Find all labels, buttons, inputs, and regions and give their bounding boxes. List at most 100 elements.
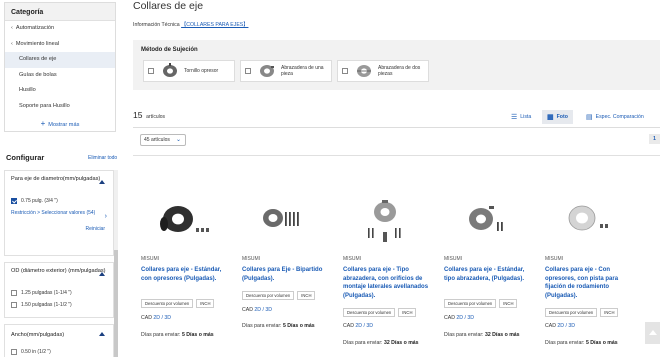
filter-header[interactable]: Para eje de diametro(mm/pulgadas) — [5, 171, 113, 195]
cad-label: CAD — [343, 323, 354, 329]
product-cad: CAD 2D / 3D — [545, 323, 575, 329]
show-more-link[interactable]: + Mostrar más — [5, 114, 115, 128]
select-values-link[interactable]: Restricción > Seleccionar valores (54) › — [5, 207, 113, 220]
product-card[interactable]: MISUMI Collares para eje - Tipo abrazade… — [335, 156, 435, 357]
ship-value: 5 Días o más — [585, 340, 618, 346]
mounting-option-one-piece-clamp[interactable]: Abrazadera de una pieza — [240, 60, 332, 82]
technical-info-link[interactable]: 【COLLARES PARA EJES】 — [181, 22, 248, 28]
collapse-icon[interactable] — [99, 180, 105, 184]
inch-badge: INCH — [196, 299, 215, 308]
checkbox[interactable] — [11, 349, 17, 355]
product-name[interactable]: Collares para eje - Tipo abrazadera, con… — [343, 266, 435, 300]
product-name[interactable]: Collares para eje - Estándar, tipo abraz… — [444, 266, 536, 283]
sidebar-scroll-thumb[interactable] — [114, 250, 118, 357]
filter-option[interactable]: 1.50 pulgadas (1-1/2 ") — [5, 299, 113, 311]
category-item-ball-guides[interactable]: Guías de bolas — [5, 68, 115, 84]
product-name[interactable]: Collares para eje - Con opresores, con p… — [545, 266, 637, 300]
cad-link[interactable]: 2D / 3D — [557, 323, 575, 329]
filter-option[interactable]: 0.75 pulg. (3/4 ") — [5, 195, 113, 207]
product-image[interactable] — [441, 184, 531, 250]
plus-icon: + — [40, 119, 46, 128]
category-title: Categoría — [5, 3, 115, 21]
clear-all-link[interactable]: Eliminar todo — [88, 155, 117, 161]
product-shipping: Días para enviar: 32 Días o más — [444, 332, 520, 338]
filter-header[interactable]: Ancho(mm/pulgadas) — [5, 325, 113, 343]
category-item-shaft-collars[interactable]: Collares de eje — [5, 52, 115, 68]
view-photo-label: Foto — [556, 114, 568, 120]
volume-discount-badge: Descuento por volumen — [444, 299, 497, 308]
product-cad: CAD 2D / 3D — [444, 315, 474, 321]
product-badges: Descuento por volumen INCH — [343, 308, 417, 317]
checkbox[interactable] — [148, 68, 154, 74]
cad-link[interactable]: 2D / 3D — [355, 323, 373, 329]
product-card[interactable]: MISUMI Collares para eje - Con opresores… — [537, 156, 637, 357]
cad-label: CAD — [545, 323, 556, 329]
mounting-option-label: Tornillo opresor — [184, 67, 219, 74]
product-image[interactable] — [138, 184, 228, 250]
ship-value: 5 Días o más — [282, 323, 315, 329]
checkbox[interactable] — [342, 68, 348, 74]
main-content: Collares de eje Información Técnica 【COL… — [133, 0, 660, 357]
one-piece-clamp-thumbnail — [260, 65, 274, 77]
mounting-option-set-screw[interactable]: Tornillo opresor — [143, 60, 235, 82]
reset-link[interactable]: Reiniciar — [5, 220, 113, 236]
collapse-icon[interactable] — [99, 272, 105, 276]
results-bar: 15 artículos ☰ Lista ▦ Foto ▤ Espec. Com… — [133, 110, 660, 124]
product-card[interactable]: MISUMI Collares para eje - Estándar, tip… — [436, 156, 536, 357]
checkbox[interactable] — [245, 68, 251, 74]
view-list-button[interactable]: ☰ Lista — [511, 110, 531, 124]
volume-discount-badge: Descuento por volumen — [545, 308, 598, 317]
view-compare-button[interactable]: ▤ Espec. Comparación — [586, 110, 644, 124]
set-screw-collar-thumbnail — [163, 63, 177, 77]
product-badges: Descuento por volumen INCH — [141, 299, 215, 308]
checkbox[interactable] — [11, 302, 17, 308]
cad-link[interactable]: 2D / 3D — [153, 315, 171, 321]
page-number[interactable]: 1 — [649, 134, 660, 144]
inch-badge: INCH — [297, 291, 316, 300]
filter-option[interactable]: 0.50 in (1/2 ") — [5, 343, 113, 357]
category-item-spindle[interactable]: Husillo — [5, 83, 115, 99]
mounting-option-label: Abrazadera de dos piezas — [378, 64, 421, 78]
category-item-label: Husillo — [19, 87, 36, 93]
result-count: 15 — [133, 110, 143, 120]
product-card[interactable]: MISUMI Collares para Eje - Bipartido (Pu… — [234, 156, 334, 357]
category-item-linear-motion[interactable]: ‹ Movimiento lineal — [5, 37, 115, 53]
collapse-icon[interactable] — [99, 332, 105, 336]
product-card[interactable]: MISUMI Collares para eje - Estándar, con… — [133, 156, 233, 357]
volume-discount-badge: Descuento por volumen — [343, 308, 396, 317]
per-page-select[interactable]: 45 artículos ⌄ — [140, 134, 186, 146]
product-cad: CAD 2D / 3D — [141, 315, 171, 321]
category-item-label: Guías de bolas — [19, 71, 57, 78]
mounting-option-label: Abrazadera de una pieza — [281, 64, 324, 78]
cad-link[interactable]: 2D / 3D — [254, 307, 272, 313]
chevron-left-icon: ‹ — [11, 25, 13, 31]
cad-link[interactable]: 2D / 3D — [456, 315, 474, 321]
show-more-label: Mostrar más — [48, 122, 80, 128]
filter-shaft-diameter: Para eje de diametro(mm/pulgadas) 0.75 p… — [4, 170, 114, 256]
product-name[interactable]: Collares para eje - Estándar, con opreso… — [141, 266, 233, 283]
chevron-left-icon: ‹ — [11, 40, 13, 47]
filter-option-label: 0.50 in (1/2 ") — [21, 349, 51, 355]
product-image[interactable] — [239, 184, 329, 250]
product-image[interactable] — [542, 184, 632, 250]
product-badges: Descuento por volumen INCH — [545, 308, 619, 317]
per-page-value: 45 artículos — [144, 137, 170, 143]
mounting-option-two-piece-clamp[interactable]: Abrazadera de dos piezas — [337, 60, 429, 82]
ship-value: 5 Días o más — [181, 332, 214, 338]
ship-value: 32 Días o más — [383, 340, 419, 346]
product-name[interactable]: Collares para Eje - Bipartido (Pulgadas)… — [242, 266, 334, 283]
product-brand: MISUMI — [242, 256, 261, 262]
product-image[interactable] — [340, 184, 430, 250]
filter-title: Ancho(mm/pulgadas) — [11, 332, 65, 338]
category-item-spindle-support[interactable]: Soporte para Husillo — [5, 99, 115, 115]
checkbox[interactable] — [11, 290, 17, 296]
filter-title: Para eje de diametro(mm/pulgadas) — [11, 176, 101, 182]
filter-option[interactable]: 1.25 pulgadas (1-1/4 ") — [5, 287, 113, 299]
ship-label: Días para enviar: — [141, 332, 181, 338]
view-photo-button[interactable]: ▦ Foto — [542, 110, 573, 124]
back-to-top-button[interactable] — [645, 322, 660, 344]
checkbox[interactable] — [11, 198, 17, 204]
ship-label: Días para enviar: — [242, 323, 282, 329]
category-item-automation[interactable]: ‹ Automatización — [5, 21, 115, 37]
filter-header[interactable]: OD (diámetro exterior) (mm/pulgadas) — [5, 263, 113, 287]
